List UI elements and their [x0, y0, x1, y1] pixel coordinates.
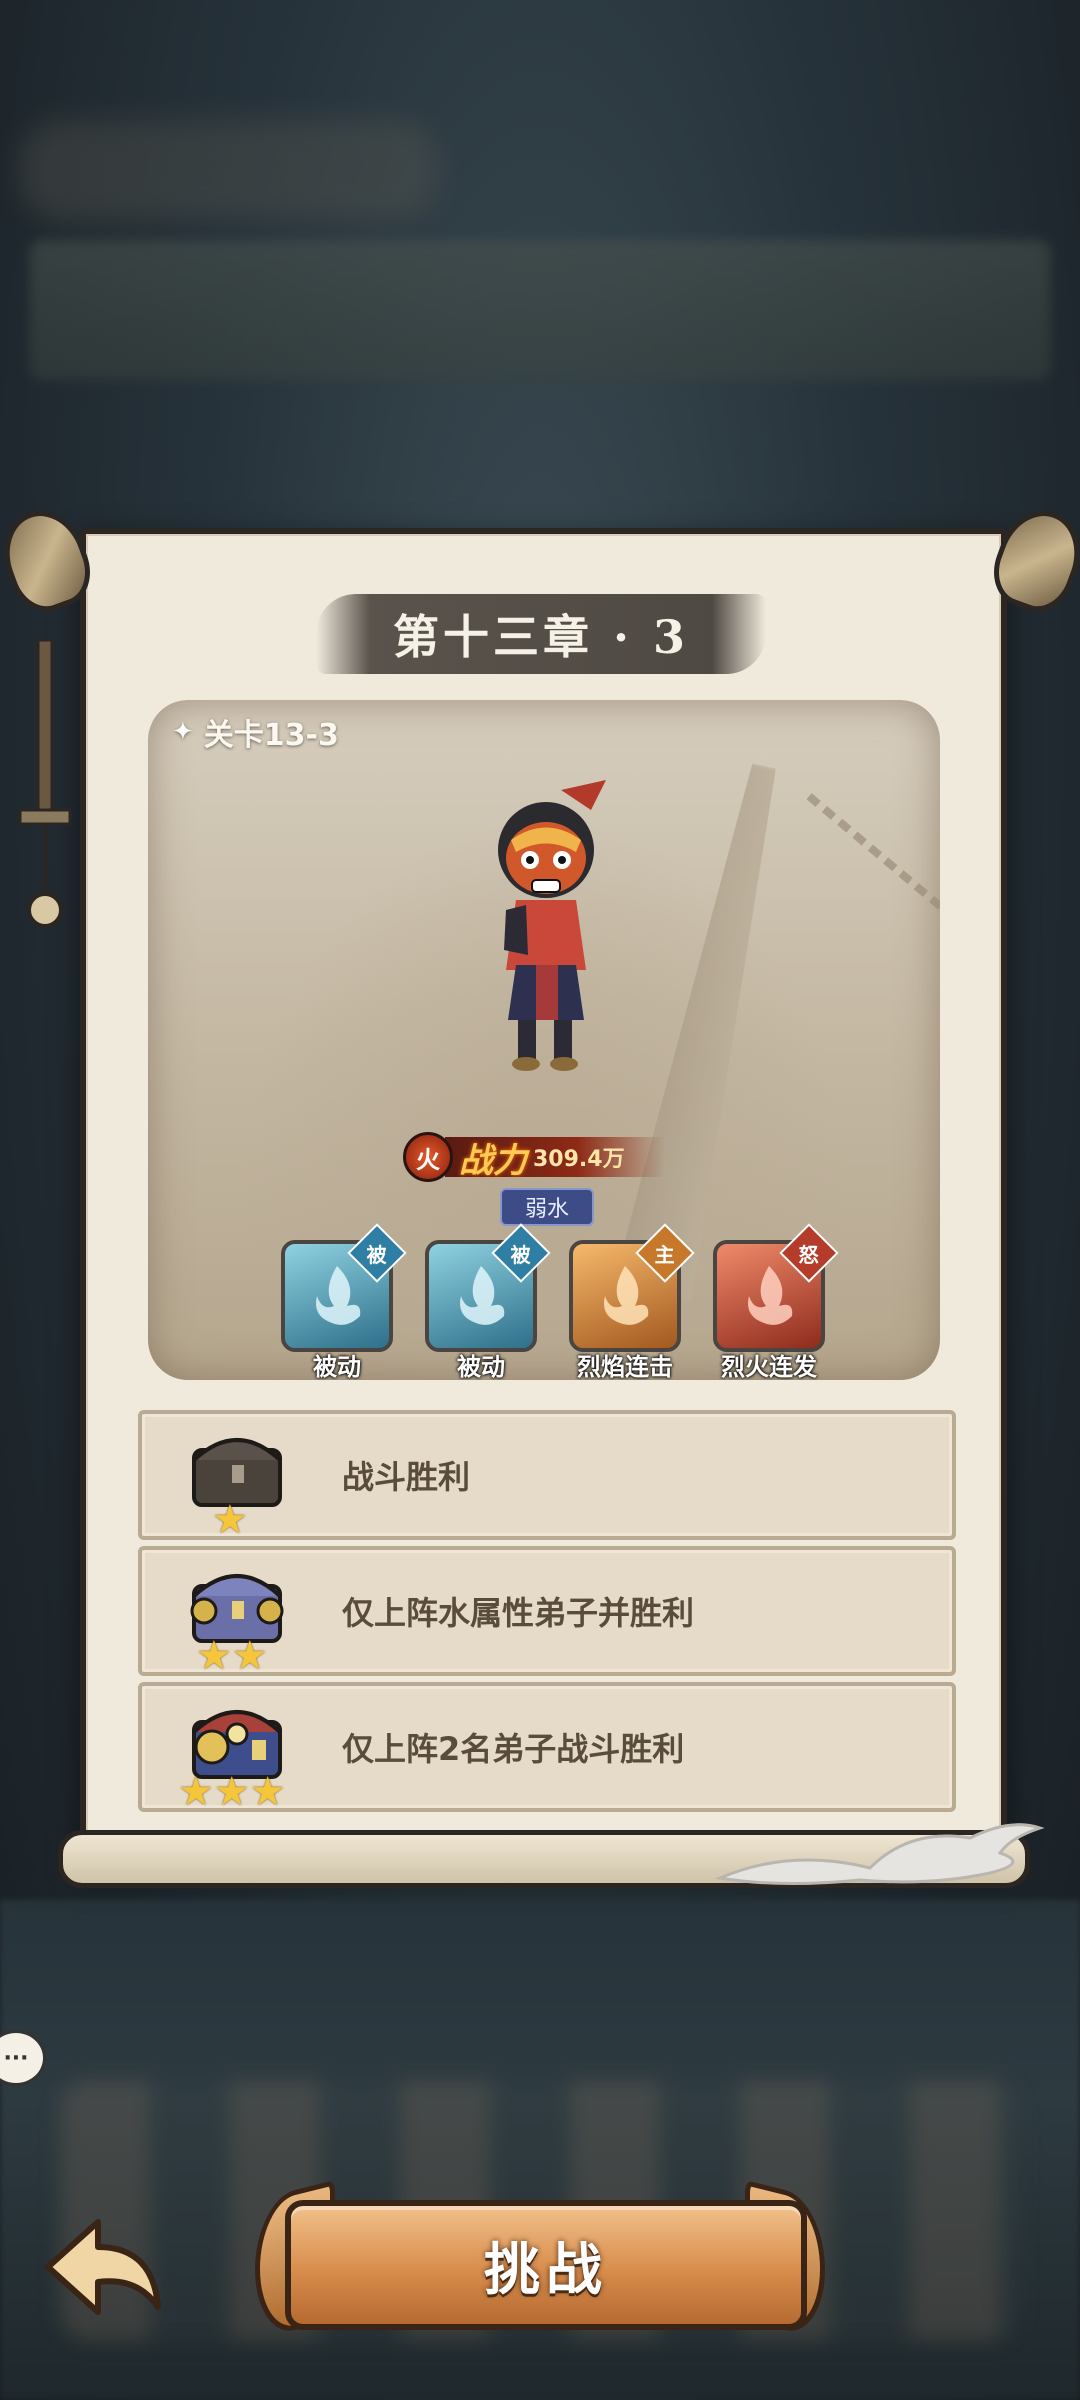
star-rating: ★ ★: [196, 1636, 268, 1676]
stage-label: ✦ 关卡13-3: [172, 710, 339, 754]
weakness-badge: 弱水: [500, 1188, 594, 1226]
objective-text: 战斗胜利: [342, 1458, 471, 1496]
chapter-title-ribbon: 第十三章 · 3: [316, 594, 766, 674]
skill-passive-1[interactable]: 被 被动: [276, 1223, 407, 1380]
skill-name: 烈焰连击: [577, 1353, 673, 1380]
skill-name: 被动: [313, 1353, 361, 1380]
background-chain: [806, 793, 940, 915]
flame-swirl-icon: [460, 1266, 505, 1325]
fire-element-icon: 火: [403, 1132, 453, 1182]
skill-name: 被动: [457, 1353, 505, 1380]
objective-row-3: ★ ★ ★ 仅上阵2名弟子战斗胜利: [138, 1682, 956, 1812]
objective-row-2: ★ ★ 仅上阵水属性弟子并胜利: [138, 1546, 956, 1676]
challenge-button[interactable]: 挑战: [255, 2180, 825, 2340]
skill-rage[interactable]: 怒 烈火连发: [708, 1223, 839, 1380]
enemy-character: [498, 780, 606, 1071]
stage-preview: ✦ 关卡13-3 火 战力 309.4万 弱水 被 被动 被 被动 主 烈焰连击…: [148, 700, 940, 1380]
star-icon: ★: [213, 1769, 250, 1815]
flame-swirl-icon: [748, 1266, 793, 1325]
challenge-plate: 挑战: [285, 2200, 807, 2330]
star-icon: ★: [249, 1769, 286, 1815]
objective-text: 仅上阵水属性弟子并胜利: [342, 1594, 695, 1632]
star-rating: ★: [212, 1500, 248, 1540]
sparkle-icon: ✦: [172, 717, 194, 747]
star-icon: ★: [178, 1769, 214, 1815]
skill-tag-text: 主: [655, 1242, 675, 1267]
star-rating: ★ ★ ★: [178, 1772, 286, 1812]
skill-tag-text: 怒: [799, 1242, 819, 1267]
skill-name: 烈火连发: [721, 1353, 817, 1380]
objective-row-1: ★ 战斗胜利: [138, 1410, 956, 1540]
skill-list: 被 被动 被 被动 主 烈焰连击 怒 烈火连发: [276, 1223, 839, 1380]
cloud-ornament: [714, 1823, 1045, 1886]
background-blur: [20, 120, 440, 220]
challenge-label: 挑战: [484, 2237, 608, 2303]
stage-label-text: 关卡13-3: [203, 718, 339, 753]
star-icon: ★: [231, 1633, 268, 1679]
star-icon: ★: [212, 1497, 248, 1543]
skill-tag-text: 被: [367, 1242, 387, 1267]
skill-tag-text: 被: [511, 1242, 531, 1267]
chapter-title: 第十三章 · 3: [392, 610, 690, 664]
background-sword: [613, 758, 804, 1303]
back-arrow-button[interactable]: [38, 2212, 168, 2322]
star-icon: ★: [196, 1633, 232, 1679]
sword-hilt-icon: [18, 640, 72, 928]
flame-swirl-icon: [604, 1266, 649, 1325]
combat-power: 火 战力 309.4万: [403, 1130, 703, 1184]
skill-passive-2[interactable]: 被 被动: [420, 1223, 551, 1380]
objective-text: 仅上阵2名弟子战斗胜利: [342, 1730, 685, 1768]
background-banner: [30, 240, 1050, 380]
power-bar: 战力 309.4万: [445, 1137, 665, 1181]
power-label: 战力: [459, 1140, 527, 1181]
power-value: 309.4万: [533, 1147, 625, 1172]
flame-swirl-icon: [316, 1266, 361, 1325]
stage-info-scroll: 第十三章 · 3 ✦ 关卡13-3 火 战力 309.4万 弱水 被 被动 被 …: [80, 528, 1007, 1870]
skill-active[interactable]: 主 烈焰连击: [564, 1223, 695, 1380]
